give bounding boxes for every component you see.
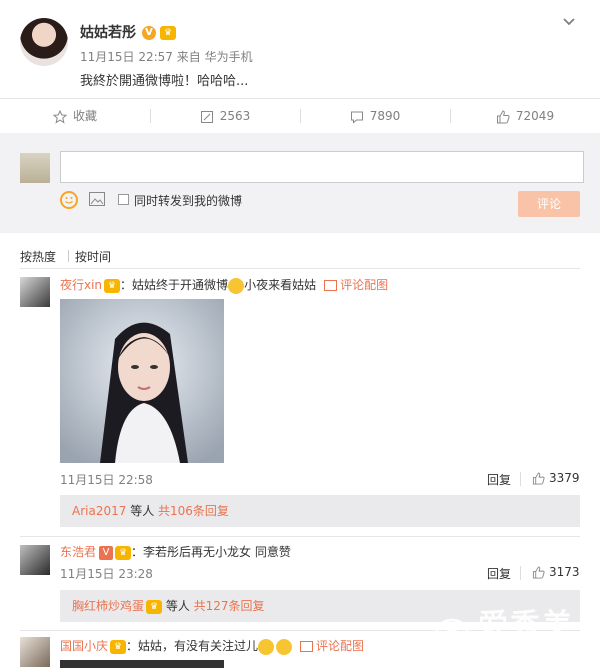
- my-avatar: [20, 153, 50, 183]
- author-name[interactable]: 姑姑若彤: [80, 25, 136, 41]
- comment-line: 国国小庆 ♛ ：姑姑，有没有关注过儿 评论配图: [60, 637, 364, 655]
- comment-image-partial[interactable]: [60, 660, 224, 668]
- sort-by-hot-tab[interactable]: 按热度: [20, 248, 56, 265]
- image-icon[interactable]: [89, 192, 105, 206]
- vip-crown-icon: ♛: [104, 278, 121, 293]
- source-prefix: 来自: [176, 50, 201, 64]
- weibo-post: 姑姑若彤 V ♛ 11月15日 22:57 来自 华为手机 我終於開通微博啦！哈哈哈…: [0, 0, 600, 96]
- vip-crown-icon: ♛: [110, 639, 127, 654]
- comment-time: 11月15日 22:58: [60, 473, 153, 487]
- sub-reply-count-link[interactable]: 共127条回复: [194, 599, 265, 613]
- commenter-avatar[interactable]: [20, 277, 50, 307]
- comment-picture-link[interactable]: 评论配图: [316, 639, 364, 653]
- comment-text: ：姑姑，有没有关注过儿: [126, 639, 259, 653]
- watermark-logo: 爱秀美 ixiumei.com: [430, 600, 600, 668]
- post-text: 我終於開通微博啦！哈哈哈...: [80, 74, 249, 89]
- favorite-label: 收藏: [72, 109, 97, 123]
- sub-reply-summary[interactable]: Aria2017 等人 共106条回复: [60, 495, 580, 527]
- chevron-down-icon[interactable]: [563, 16, 575, 28]
- author-avatar[interactable]: [20, 18, 68, 66]
- repost-count: 2563: [219, 109, 251, 123]
- reply-button[interactable]: 回复: [487, 471, 511, 488]
- comment-text-tail: 小夜来看姑姑: [244, 278, 317, 292]
- emoji-icon[interactable]: [60, 191, 78, 209]
- post-source[interactable]: 华为手机: [205, 50, 253, 64]
- sub-reply-count-link[interactable]: 共106条回复: [158, 504, 229, 518]
- comment-photo: [60, 299, 224, 463]
- divider: [520, 472, 521, 486]
- divider: [20, 536, 580, 537]
- comment-like-count: 3173: [549, 565, 580, 579]
- sort-divider: [68, 250, 69, 262]
- like-count: 72049: [515, 109, 555, 123]
- repost-icon: [200, 110, 213, 123]
- thumbs-up-icon: [496, 109, 510, 123]
- image-mountain-icon: [90, 198, 104, 205]
- grin-emoji-icon: [258, 638, 275, 655]
- vip-crown-icon: ♛: [115, 545, 132, 560]
- comment-text: ：李若彤后再无小龙女 同意赞: [131, 545, 291, 559]
- smile-emoji-icon: [228, 277, 245, 294]
- watermark-url: ixiumei.com: [478, 642, 582, 662]
- sub-reply-user[interactable]: 胸红柿炒鸡蛋: [72, 599, 144, 613]
- like-button[interactable]: 72049: [450, 99, 600, 133]
- comment-like-button[interactable]: 3173: [532, 565, 580, 579]
- smile-face-icon: [65, 197, 73, 204]
- sub-reply-mid: 等人: [126, 504, 159, 518]
- commenter-name[interactable]: 夜行xin: [60, 278, 102, 292]
- repost-button[interactable]: 2563: [150, 99, 300, 133]
- commenter-name[interactable]: 国国小庆: [60, 639, 108, 653]
- sub-reply-mid: 等人: [162, 599, 194, 613]
- divider: [520, 566, 521, 580]
- author-name-row: 姑姑若彤 V ♛: [80, 22, 176, 42]
- comment-line: 夜行xin ♛ ：姑姑终于开通微博 小夜来看姑姑 评论配图: [60, 276, 388, 294]
- comment-compose-area: 同时转发到我的微博 评论: [0, 133, 600, 233]
- commenter-avatar[interactable]: [20, 545, 50, 575]
- comment-text: ：姑姑终于开通微博: [120, 278, 229, 292]
- watermark-brand: 爱秀美: [478, 608, 574, 643]
- divider: [20, 268, 580, 269]
- star-icon: [52, 109, 67, 124]
- commenter-avatar[interactable]: [20, 637, 50, 667]
- vip-crown-icon: ♛: [160, 26, 176, 40]
- comment-line: 东浩君 V ♛ ：李若彤后再无小龙女 同意赞: [60, 543, 291, 560]
- reply-button[interactable]: 回复: [487, 565, 511, 582]
- comment-input[interactable]: [60, 151, 584, 183]
- comment-like-count: 3379: [549, 471, 580, 485]
- sort-by-time-tab[interactable]: 按时间: [75, 248, 111, 265]
- post-action-bar: 收藏 2563 7890 72049: [0, 98, 600, 134]
- commenter-name[interactable]: 东浩君: [60, 545, 96, 559]
- vip-crown-icon: ♛: [146, 599, 163, 614]
- post-meta: 11月15日 22:57 来自 华为手机: [80, 48, 253, 65]
- favorite-button[interactable]: 收藏: [0, 99, 150, 133]
- repost-checkbox[interactable]: [118, 194, 129, 205]
- thumbs-up-icon: [532, 472, 545, 485]
- comment-button[interactable]: 7890: [300, 99, 450, 133]
- thumbs-up-icon: [532, 566, 545, 579]
- picture-icon: [324, 280, 338, 291]
- comment-like-button[interactable]: 3379: [532, 471, 580, 485]
- repost-checkbox-label[interactable]: 同时转发到我的微博: [134, 192, 242, 209]
- grin-emoji-icon: [276, 638, 293, 655]
- comment-icon: [350, 111, 363, 124]
- comment-picture-link[interactable]: 评论配图: [340, 278, 388, 292]
- verified-v-icon: V: [99, 545, 114, 560]
- sub-reply-user[interactable]: Aria2017: [72, 504, 126, 518]
- comment-image[interactable]: [60, 299, 224, 463]
- submit-comment-button[interactable]: 评论: [518, 191, 580, 217]
- picture-icon: [300, 641, 314, 652]
- post-time[interactable]: 11月15日 22:57: [80, 50, 173, 64]
- verified-v-icon: V: [142, 26, 156, 40]
- comment-count: 7890: [369, 109, 401, 123]
- comment-time: 11月15日 23:28: [60, 567, 153, 581]
